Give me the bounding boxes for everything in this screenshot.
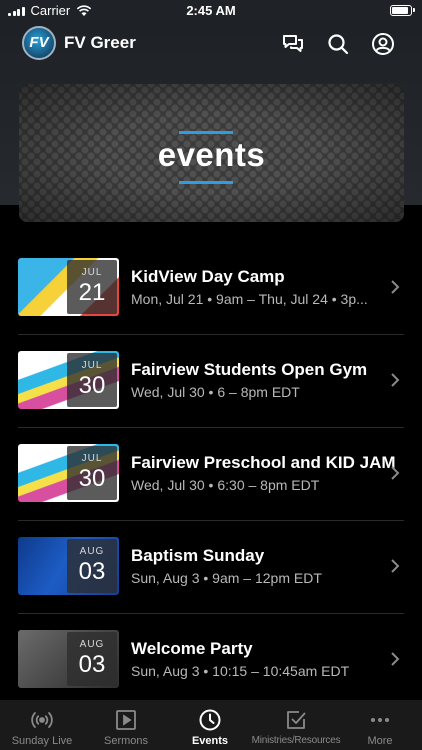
event-thumbnail: JUL 30 bbox=[18, 444, 119, 502]
event-title: KidView Day Camp bbox=[131, 267, 285, 286]
tab-more[interactable]: More bbox=[338, 700, 422, 750]
banner-bottom-line bbox=[179, 181, 233, 184]
event-title: Fairview Students Open Gym bbox=[131, 360, 368, 379]
date-day: 30 bbox=[78, 465, 106, 492]
church-logo[interactable]: FV bbox=[22, 26, 56, 60]
date-month: JUL bbox=[81, 360, 103, 371]
tab-label: More bbox=[367, 735, 393, 747]
date-badge: JUL 30 bbox=[67, 353, 117, 407]
date-badge: AUG 03 bbox=[67, 539, 117, 593]
status-bar: Carrier 2:45 AM bbox=[0, 0, 422, 22]
tab-sunday-live[interactable]: Sunday Live bbox=[0, 700, 84, 750]
event-row[interactable]: AUG 03 Welcome Party Sun, Aug 3 • 10:15 … bbox=[0, 614, 422, 707]
event-datetime: Wed, Jul 30 • 6 – 8pm EDT bbox=[131, 384, 300, 400]
event-title: Fairview Preschool and KID JAM bbox=[131, 453, 396, 472]
banner-title: events bbox=[157, 136, 266, 173]
date-badge: JUL 21 bbox=[67, 260, 117, 314]
chat-icon[interactable] bbox=[281, 32, 305, 56]
event-thumbnail: AUG 03 bbox=[18, 630, 119, 688]
event-row[interactable]: AUG 03 Baptism Sunday Sun, Aug 3 • 9am –… bbox=[0, 521, 422, 614]
date-badge: JUL 30 bbox=[67, 446, 117, 500]
event-row[interactable]: JUL 30 Fairview Students Open Gym Wed, J… bbox=[0, 335, 422, 428]
checkbox-icon bbox=[287, 711, 306, 729]
app-title: FV Greer bbox=[64, 33, 136, 52]
chevron-right-icon bbox=[391, 652, 400, 666]
app-bar: FV FV Greer bbox=[0, 22, 422, 66]
profile-icon[interactable] bbox=[371, 32, 395, 56]
date-day: 03 bbox=[78, 651, 106, 678]
event-thumbnail: JUL 21 bbox=[18, 258, 119, 316]
event-title: Welcome Party bbox=[131, 639, 253, 658]
tab-label: Events bbox=[191, 735, 229, 747]
date-month: AUG bbox=[79, 546, 105, 557]
tab-label: Sermons bbox=[103, 735, 149, 747]
clock-icon bbox=[199, 709, 221, 731]
header: FV FV Greer events bbox=[0, 22, 422, 222]
date-day: 21 bbox=[78, 279, 106, 306]
tab-label: Sunday Live bbox=[11, 735, 73, 747]
banner-top-line bbox=[179, 131, 233, 134]
chevron-right-icon bbox=[391, 373, 400, 387]
event-datetime: Wed, Jul 30 • 6:30 – 8pm EDT bbox=[131, 477, 320, 493]
event-thumbnail: AUG 03 bbox=[18, 537, 119, 595]
date-month: JUL bbox=[81, 453, 103, 464]
event-datetime: Mon, Jul 21 • 9am – Thu, Jul 24 • 3p... bbox=[131, 291, 368, 307]
date-badge: AUG 03 bbox=[67, 632, 117, 686]
tab-label: Ministries/Resources bbox=[251, 735, 341, 746]
play-icon bbox=[116, 710, 136, 730]
date-month: JUL bbox=[81, 267, 103, 278]
date-month: AUG bbox=[79, 639, 105, 650]
event-datetime: Sun, Aug 3 • 10:15 – 10:45am EDT bbox=[131, 663, 350, 679]
events-banner: events bbox=[19, 84, 404, 222]
tab-sermons[interactable]: Sermons bbox=[84, 700, 168, 750]
chevron-right-icon bbox=[391, 466, 400, 480]
event-thumbnail: JUL 30 bbox=[18, 351, 119, 409]
date-day: 03 bbox=[78, 558, 106, 585]
event-datetime: Sun, Aug 3 • 9am – 12pm EDT bbox=[131, 570, 322, 586]
event-row[interactable]: JUL 21 KidView Day Camp Mon, Jul 21 • 9a… bbox=[0, 242, 422, 335]
chevron-right-icon bbox=[391, 559, 400, 573]
status-time: 2:45 AM bbox=[186, 3, 236, 18]
event-row[interactable]: JUL 30 Fairview Preschool and KID JAM We… bbox=[0, 428, 422, 521]
battery-icon bbox=[390, 5, 415, 16]
logo-text: FV bbox=[29, 34, 49, 51]
broadcast-icon bbox=[31, 712, 53, 728]
chevron-right-icon bbox=[391, 280, 400, 294]
event-title: Baptism Sunday bbox=[131, 546, 265, 565]
more-icon bbox=[371, 718, 389, 722]
tab-events[interactable]: Events bbox=[168, 700, 252, 750]
search-icon[interactable] bbox=[326, 32, 350, 56]
date-day: 30 bbox=[78, 372, 106, 399]
tab-ministries-resources[interactable]: Ministries/Resources bbox=[250, 700, 342, 750]
tab-bar: Sunday Live Sermons Events Ministries/Re… bbox=[0, 700, 422, 750]
